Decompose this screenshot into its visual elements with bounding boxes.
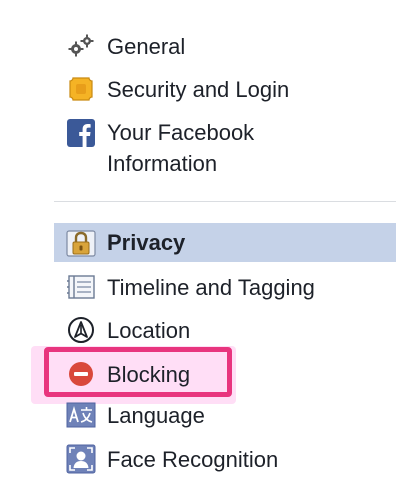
timeline-icon (66, 272, 96, 302)
block-icon (66, 359, 96, 389)
settings-sidebar: General Security and Login Your Facebook… (0, 0, 396, 499)
sidebar-item-label: Blocking (107, 361, 191, 387)
padlock-icon (66, 228, 96, 258)
sidebar-item-location[interactable]: Location (54, 311, 396, 349)
shield-badge-icon (66, 74, 96, 104)
location-arrow-icon (66, 315, 96, 345)
sidebar-item-face-recognition[interactable]: Face Recognition (54, 440, 396, 478)
sidebar-item-language[interactable]: Language (54, 397, 396, 433)
gears-icon (66, 31, 96, 61)
sidebar-item-label: Location (107, 317, 191, 343)
sidebar-item-timeline-and-tagging[interactable]: Timeline and Tagging (54, 268, 396, 306)
sidebar-item-privacy[interactable]: Privacy (54, 223, 396, 262)
sidebar-item-label: Security and Login (107, 76, 290, 102)
sidebar-item-blocking[interactable]: Blocking (54, 355, 396, 393)
sidebar-item-label: Privacy (107, 230, 186, 255)
translate-icon (66, 400, 96, 430)
sidebar-item-security[interactable]: Security and Login (54, 72, 396, 106)
sidebar-item-label: Language (107, 402, 205, 428)
face-recognition-icon (66, 444, 96, 474)
sidebar-item-label: General (107, 33, 186, 59)
sidebar-item-label: Your Facebook Information (107, 120, 255, 176)
facebook-logo-icon (66, 118, 96, 148)
section-divider (54, 201, 396, 202)
sidebar-item-label: Face Recognition (107, 446, 279, 472)
sidebar-item-facebook-information[interactable]: Your Facebook Information (54, 114, 396, 182)
sidebar-item-general[interactable]: General (54, 29, 396, 63)
sidebar-item-label: Timeline and Tagging (107, 274, 315, 300)
